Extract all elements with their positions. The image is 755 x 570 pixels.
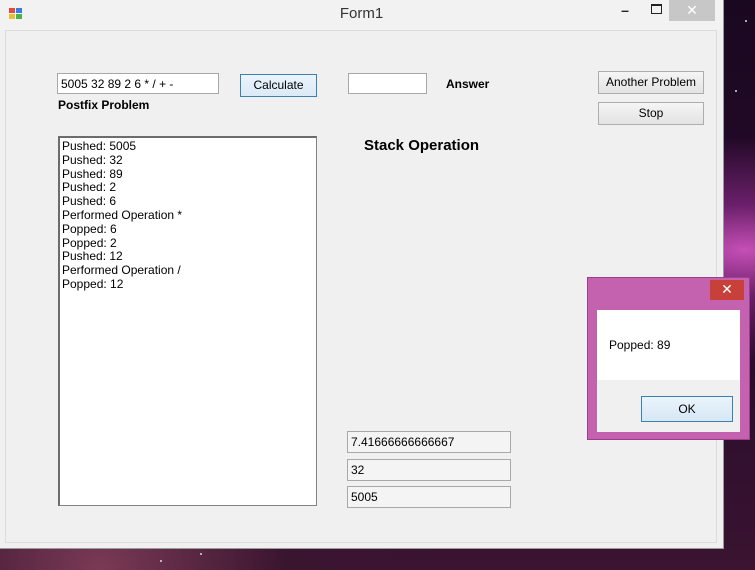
- main-window: Form1 – ✕ 5005 32 89 2 6 * / + - Postfix…: [0, 0, 724, 549]
- minimize-button[interactable]: –: [610, 2, 640, 23]
- close-button[interactable]: ✕: [669, 0, 715, 21]
- list-item: Pushed: 6: [62, 194, 117, 209]
- star: [160, 560, 162, 562]
- answer-label: Answer: [446, 77, 490, 91]
- list-item: Pushed: 5005: [62, 139, 137, 153]
- star: [200, 553, 202, 555]
- calculate-button[interactable]: Calculate: [240, 74, 317, 97]
- message-close-button[interactable]: ✕: [710, 280, 744, 300]
- maximize-button[interactable]: [643, 3, 669, 24]
- postfix-label: Postfix Problem: [58, 98, 150, 112]
- list-item: Performed Operation *: [62, 207, 183, 222]
- list-item: Pushed: 89: [62, 166, 123, 181]
- postfix-input[interactable]: 5005 32 89 2 6 * / + -: [57, 73, 219, 94]
- star: [745, 20, 747, 22]
- ok-button[interactable]: OK: [641, 396, 733, 422]
- stack-operation-label: Stack Operation: [364, 137, 480, 154]
- message-footer: OK: [597, 380, 740, 432]
- message-text: Popped: 89: [609, 338, 671, 352]
- list-item: Pushed: 12: [62, 249, 123, 264]
- answer-field[interactable]: [348, 73, 427, 94]
- list-item: Performed Operation /: [62, 263, 181, 278]
- stack-value-field[interactable]: 5005: [347, 486, 511, 508]
- list-item: Popped: 2: [62, 235, 117, 250]
- message-box: ✕ Popped: 89 OK: [587, 277, 750, 440]
- list-item: Popped: 6: [62, 221, 117, 236]
- title-bar[interactable]: Form1 – ✕: [0, 0, 723, 30]
- stop-button[interactable]: Stop: [598, 102, 704, 125]
- operations-listbox[interactable]: Pushed: 5005 Pushed: 32 Pushed: 89 Pushe…: [58, 136, 317, 506]
- list-item: Pushed: 32: [62, 152, 123, 167]
- stack-value-field[interactable]: 7.41666666666667: [347, 431, 511, 453]
- another-problem-button[interactable]: Another Problem: [598, 71, 704, 94]
- maximize-icon: [650, 4, 662, 14]
- list-item: Pushed: 2: [62, 180, 117, 195]
- list-item: Popped: 12: [62, 276, 124, 291]
- message-body: Popped: 89: [597, 310, 740, 380]
- stack-value-field[interactable]: 32: [347, 459, 511, 481]
- star: [735, 90, 737, 92]
